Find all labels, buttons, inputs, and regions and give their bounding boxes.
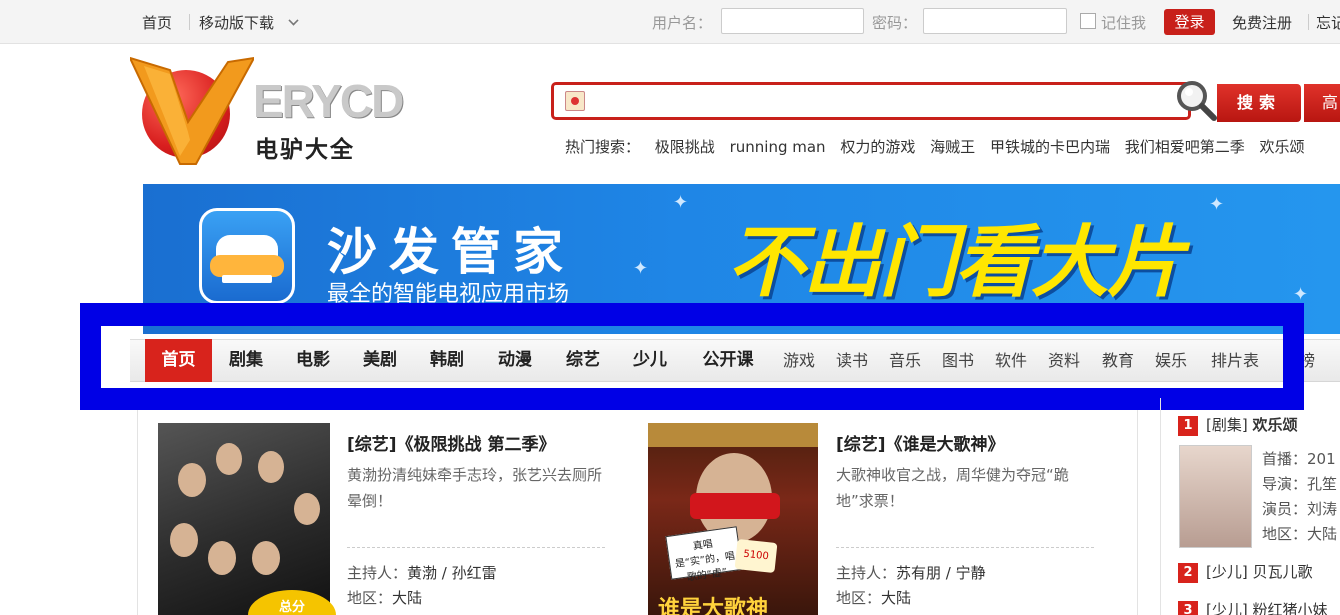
top-bar: 首页 移动版下载 用户名： 密码： 记住我 登录 免费注册 忘记 [0,0,1340,44]
poster-title: 谁是大歌神 [658,597,769,615]
nav-us-drama[interactable]: 美剧 [356,339,404,382]
hot-term[interactable]: 欢乐颂 [1260,138,1305,156]
hot-term[interactable]: 权力的游戏 [840,138,915,156]
register-link[interactable]: 免费注册 [1232,12,1292,33]
site-logo[interactable]: ERYCD 电驴大全 [130,56,440,168]
featured-title[interactable]: [综艺]《极限挑战 第二季》 [347,430,555,455]
featured-region: 地区：大陆 [836,589,912,607]
hot-label: 热门搜索： [565,138,641,156]
divider [1308,14,1309,30]
remember-label: 记住我 [1101,14,1147,32]
hot-searches: 热门搜索： 极限挑战 running man 权力的游戏 海贼王 甲铁城的卡巴内… [565,136,1315,157]
nav-open-course[interactable]: 公开课 [694,339,762,382]
nav-kids[interactable]: 少儿 [626,339,674,382]
rank-region: 地区：大陆 [1262,525,1338,543]
logo-v-icon [130,56,254,165]
ad-banner[interactable]: 沙发管家 最全的智能电视应用市场 不出门看大片 ✦ ✦ ✦ ✦ [143,184,1340,334]
rank-cast: 演员：刘涛 [1262,500,1338,518]
featured-hosts: 主持人：黄渤 / 孙红雷 [347,564,497,582]
nav-rankings[interactable]: 榜 [1296,339,1318,382]
hot-term[interactable]: 极限挑战 [655,138,715,156]
search-category-icon[interactable] [565,91,585,111]
rank-item[interactable]: [少儿] 粉红猪小妹 [1206,599,1328,615]
nav-movies[interactable]: 电影 [289,339,337,382]
poster-image[interactable] [158,423,330,615]
banner-title: 沙发管家 [327,223,575,281]
sparkle-icon: ✦ [633,258,649,279]
nav-k-drama[interactable]: 韩剧 [423,339,471,382]
mobile-download-link[interactable]: 移动版下载 [199,12,274,33]
search-input[interactable] [589,88,1164,114]
sparkle-icon: ✦ [1293,284,1309,305]
featured-title[interactable]: [综艺]《谁是大歌神》 [836,430,1005,455]
password-input[interactable] [923,8,1067,34]
sofa-app-icon [199,208,295,304]
featured-desc: 大歌神收官之战，周华健为夺冠“跪地”求票！ [836,466,1069,510]
username-input[interactable] [721,8,864,34]
password-label: 密码： [872,14,918,32]
sparkle-icon: ✦ [1209,194,1225,215]
forgot-link[interactable]: 忘记 [1316,12,1340,33]
hot-term[interactable]: 我们相爱吧第二季 [1125,138,1245,156]
nav-schedule[interactable]: 排片表 [1205,339,1265,382]
rank-number: 1 [1178,416,1198,436]
top-home-link[interactable]: 首页 [142,12,172,33]
advanced-search-button[interactable]: 高 [1304,84,1340,122]
poster-image[interactable]: 真唱是“实”的，唱歌的“虚” 5100 谁是大歌神 [648,423,818,615]
hot-term[interactable]: 海贼王 [930,138,975,156]
featured-hosts: 主持人：苏有朋 / 宁静 [836,564,986,582]
nav-materials[interactable]: 资料 [1043,339,1085,382]
nav-entertainment[interactable]: 娱乐 [1150,339,1192,382]
nav-software[interactable]: 软件 [990,339,1032,382]
username-label: 用户名： [652,14,713,32]
poster-score: 5100 [734,538,778,574]
rank-air: 首播：201 [1262,450,1336,468]
search-button[interactable]: 搜索 [1217,84,1301,122]
divider [347,547,605,548]
nav-education[interactable]: 教育 [1097,339,1139,382]
rank-number: 2 [1178,563,1198,583]
nav-games[interactable]: 游戏 [778,339,820,382]
search-icon[interactable] [1174,78,1218,122]
hot-term[interactable]: 甲铁城的卡巴内瑞 [990,138,1110,156]
remember-checkbox[interactable] [1080,13,1096,29]
divider [836,547,1094,548]
nav-home[interactable]: 首页 [145,339,212,382]
logo-subtitle: 电驴大全 [255,137,355,163]
poster-card: 真唱是“实”的，唱歌的“虚” [665,526,743,584]
sparkle-icon: ✦ [673,192,689,213]
banner-slogan: 不出门看大片 [727,218,1185,308]
login-button[interactable]: 登录 [1164,9,1215,35]
nav-books[interactable]: 图书 [937,339,979,382]
hot-term[interactable]: running man [730,138,826,156]
divider [189,14,190,30]
rank-item[interactable]: [少儿] 贝瓦儿歌 [1206,561,1313,582]
nav-music[interactable]: 音乐 [884,339,926,382]
nav-variety[interactable]: 综艺 [559,339,607,382]
chevron-down-icon[interactable] [288,15,299,26]
banner-subtitle: 最全的智能电视应用市场 [327,282,570,307]
rank-director: 导演：孔笙 [1262,475,1338,493]
logo-text: ERYCD [253,75,404,127]
nav-series[interactable]: 剧集 [222,339,270,382]
rank-item[interactable]: [剧集] 欢乐颂 [1206,414,1298,435]
rank-thumbnail[interactable] [1179,445,1252,548]
nav-anime[interactable]: 动漫 [491,339,539,382]
featured-region: 地区：大陆 [347,589,423,607]
rank-number: 3 [1178,601,1198,615]
nav-reading[interactable]: 读书 [831,339,873,382]
featured-desc: 黄渤扮清纯妹牵手志玲，张艺兴去厕所晕倒！ [347,466,603,510]
